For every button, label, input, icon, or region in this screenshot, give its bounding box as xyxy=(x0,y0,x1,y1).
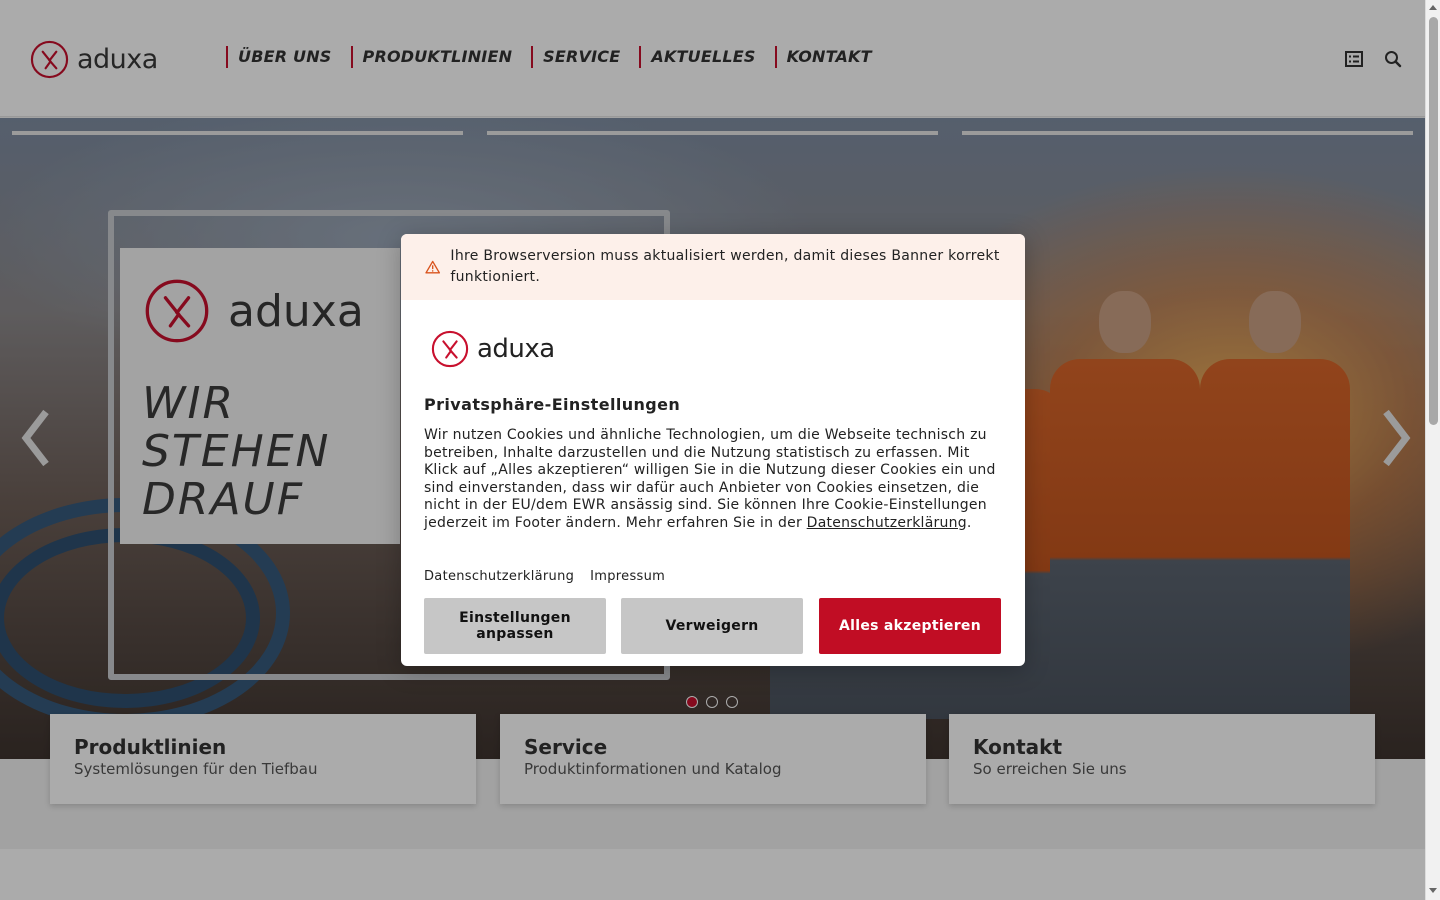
dialog-body: Wir nutzen Cookies und ähnliche Technolo… xyxy=(424,427,1004,532)
warning-icon xyxy=(425,260,441,274)
aduxa-logo-icon xyxy=(431,330,469,368)
privacy-policy-link[interactable]: Datenschutzerklärung xyxy=(807,515,967,531)
dialog-title: Privatsphäre-Einstellungen xyxy=(424,395,681,414)
scroll-down-arrow-icon[interactable] xyxy=(1429,888,1437,893)
deny-button[interactable]: Verweigern xyxy=(621,598,803,654)
warning-text: Ihre Browserversion muss aktualisiert we… xyxy=(450,248,1000,285)
scroll-up-arrow-icon[interactable] xyxy=(1429,5,1437,10)
browser-warning: Ihre Browserversion muss aktualisiert we… xyxy=(401,234,1025,300)
modal-logo-text: aduxa xyxy=(477,334,555,364)
scroll-thumb[interactable] xyxy=(1429,17,1438,425)
datenschutz-link[interactable]: Datenschutzerklärung xyxy=(424,569,574,584)
settings-button[interactable]: Einstellungen anpassen xyxy=(424,598,606,654)
body-text-end: . xyxy=(966,514,972,531)
cookie-consent-dialog: Ihre Browserversion muss aktualisiert we… xyxy=(401,234,1025,666)
impressum-link[interactable]: Impressum xyxy=(590,569,665,584)
accept-all-button[interactable]: Alles akzeptieren xyxy=(819,598,1001,654)
page-scrollbar[interactable] xyxy=(1425,0,1440,900)
dialog-links: Datenschutzerklärung Impressum xyxy=(424,569,665,584)
modal-logo: aduxa xyxy=(431,330,555,368)
